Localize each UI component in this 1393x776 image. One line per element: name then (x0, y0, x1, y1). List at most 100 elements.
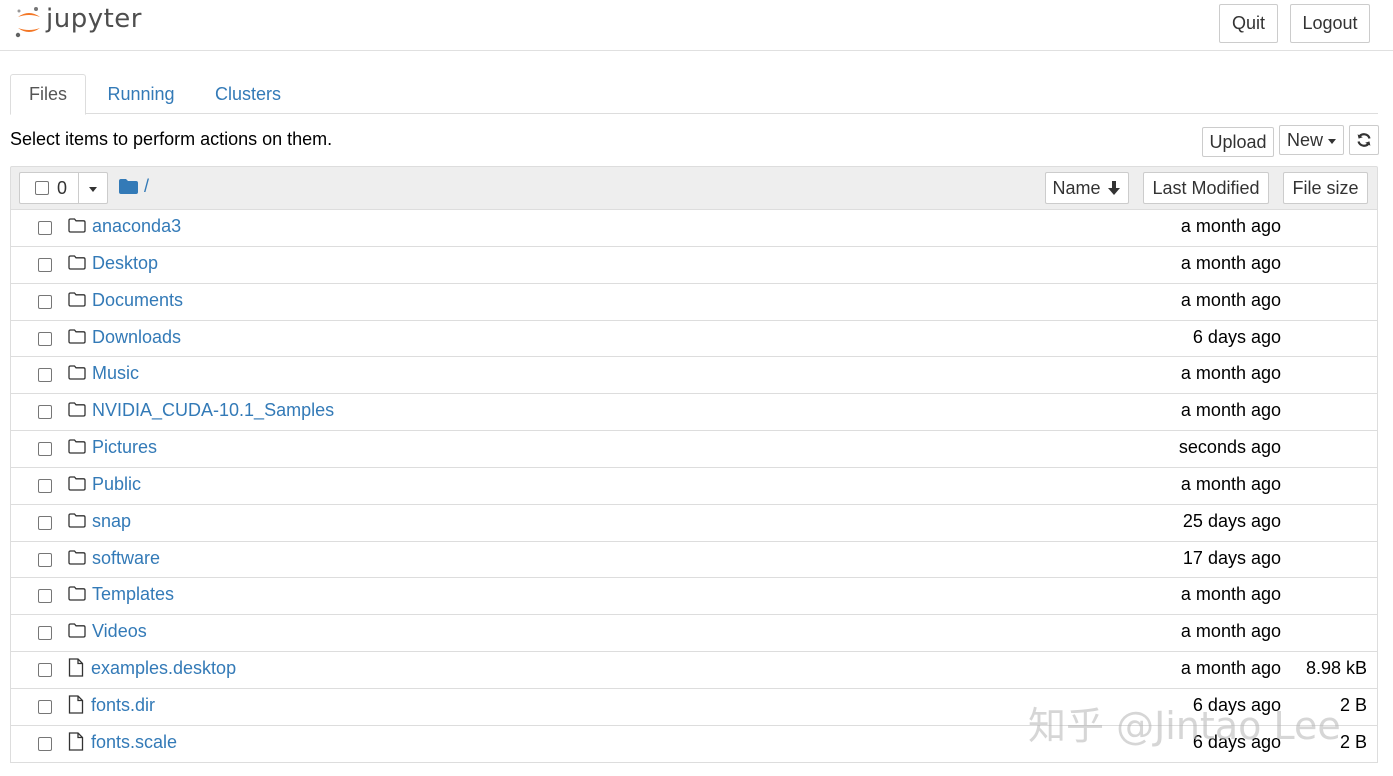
folder-icon (68, 328, 86, 349)
item-last-modified: 6 days ago (1192, 731, 1281, 752)
item-file-size: 2 B (1339, 731, 1367, 752)
folder-icon (68, 365, 86, 385)
caret-down-icon (1328, 138, 1336, 144)
list-item[interactable]: software 17 days ago (10, 541, 1378, 579)
select-dropdown-button[interactable] (79, 173, 107, 203)
item-name-link[interactable]: Pictures (92, 437, 157, 458)
item-checkbox[interactable] (38, 626, 52, 641)
list-item[interactable]: Music a month ago (10, 357, 1378, 395)
list-item[interactable]: examples.desktop a month ago 8.98 kB (10, 652, 1378, 689)
logout-button[interactable]: Logout (1290, 4, 1370, 43)
folder-icon (68, 402, 86, 422)
folder-icon (68, 218, 86, 238)
arrow-down-icon (1107, 181, 1120, 195)
item-checkbox[interactable] (38, 515, 52, 530)
tab-files[interactable]: Files (10, 74, 86, 115)
selected-count: 0 (57, 177, 68, 198)
folder-icon (68, 255, 86, 275)
item-name-link[interactable]: Downloads (92, 327, 181, 348)
item-last-modified: a month ago (1180, 216, 1281, 236)
item-checkbox[interactable] (38, 736, 52, 751)
item-checkbox[interactable] (38, 442, 52, 457)
item-checkbox[interactable] (38, 221, 52, 235)
select-all-group: 0 (19, 172, 108, 204)
list-item[interactable]: Pictures seconds ago (10, 431, 1378, 468)
item-checkbox[interactable] (38, 294, 52, 309)
list-item[interactable]: Public a month ago (10, 467, 1378, 505)
top-header: jupyter Quit Logout (0, 0, 1393, 51)
item-name-link[interactable]: Public (92, 474, 141, 495)
list-item[interactable]: Videos a month ago (10, 615, 1378, 653)
new-button-label: New (1286, 129, 1323, 150)
folder-icon (68, 439, 86, 459)
tab-clusters[interactable]: Clusters (206, 74, 290, 114)
folder-icon (68, 476, 86, 496)
item-name-link[interactable]: Videos (92, 621, 147, 642)
new-button[interactable]: New (1279, 125, 1344, 155)
item-file-size: 2 B (1339, 694, 1367, 715)
upload-button[interactable]: Upload (1202, 127, 1274, 157)
item-name-link[interactable]: Templates (92, 584, 174, 605)
item-last-modified: 6 days ago (1192, 694, 1281, 715)
item-checkbox[interactable] (38, 589, 52, 604)
breadcrumb[interactable]: / (119, 176, 149, 197)
item-file-size: 8.98 kB (1305, 658, 1367, 679)
item-checkbox[interactable] (38, 368, 52, 383)
item-last-modified: a month ago (1180, 658, 1281, 679)
item-name-link[interactable]: Music (92, 363, 139, 384)
item-checkbox[interactable] (38, 663, 52, 678)
list-item[interactable]: Desktop a month ago (10, 246, 1378, 284)
select-all-toggle[interactable]: 0 (20, 173, 79, 203)
item-last-modified: a month ago (1180, 363, 1281, 384)
list-item[interactable]: fonts.scale 6 days ago 2 B (10, 725, 1378, 763)
list-item[interactable]: snap 25 days ago (10, 504, 1378, 542)
sort-by-size-button[interactable]: File size (1283, 172, 1368, 204)
file-icon (68, 695, 84, 719)
item-checkbox[interactable] (38, 257, 52, 272)
item-name-link[interactable]: software (92, 548, 160, 569)
item-last-modified: a month ago (1180, 473, 1281, 494)
item-name-link[interactable]: snap (92, 511, 131, 532)
folder-icon (68, 623, 86, 643)
breadcrumb-root[interactable]: / (144, 176, 149, 197)
list-item[interactable]: Templates a month ago (10, 578, 1378, 616)
item-name-link[interactable]: anaconda3 (92, 216, 181, 237)
item-last-modified: a month ago (1180, 289, 1281, 310)
list-item[interactable]: Downloads 6 days ago (10, 320, 1378, 358)
item-name-link[interactable]: fonts.scale (91, 732, 177, 753)
item-last-modified: a month ago (1180, 621, 1281, 642)
item-checkbox[interactable] (38, 552, 52, 567)
sort-by-name-button[interactable]: Name (1045, 172, 1129, 204)
item-checkbox[interactable] (38, 478, 52, 493)
folder-icon (68, 513, 86, 533)
list-item[interactable]: anaconda3 a month ago (10, 210, 1378, 247)
jupyter-logo[interactable]: jupyter (14, 2, 142, 42)
item-last-modified: seconds ago (1178, 437, 1281, 458)
item-checkbox[interactable] (38, 699, 52, 714)
jupyter-logo-icon (15, 7, 40, 38)
list-item[interactable]: Documents a month ago (10, 283, 1378, 321)
folder-icon (68, 549, 86, 570)
list-item[interactable]: fonts.dir 6 days ago 2 B (10, 688, 1378, 726)
select-all-checkbox[interactable] (35, 181, 49, 195)
item-last-modified: a month ago (1180, 400, 1281, 421)
item-name-link[interactable]: Documents (92, 290, 183, 311)
item-name-link[interactable]: examples.desktop (91, 658, 236, 679)
logo-text: jupyter (46, 4, 142, 34)
sort-by-modified-button[interactable]: Last Modified (1143, 172, 1269, 204)
list-item[interactable]: NVIDIA_CUDA-10.1_Samples a month ago (10, 394, 1378, 432)
item-name-link[interactable]: fonts.dir (91, 695, 155, 716)
item-name-link[interactable]: NVIDIA_CUDA-10.1_Samples (92, 400, 334, 421)
tab-running[interactable]: Running (96, 74, 186, 114)
refresh-button[interactable] (1349, 125, 1379, 155)
selection-hint: Select items to perform actions on them. (10, 129, 333, 149)
file-icon (68, 658, 84, 682)
tab-bar: Files Running Clusters (10, 74, 1378, 115)
item-name-link[interactable]: Desktop (92, 253, 158, 274)
item-checkbox[interactable] (38, 331, 52, 346)
quit-button[interactable]: Quit (1219, 4, 1278, 43)
item-last-modified: a month ago (1180, 584, 1281, 605)
item-checkbox[interactable] (38, 405, 52, 420)
file-list-header: 0 / Name Last Modified File size (10, 166, 1378, 210)
folder-filled-icon (119, 179, 138, 194)
